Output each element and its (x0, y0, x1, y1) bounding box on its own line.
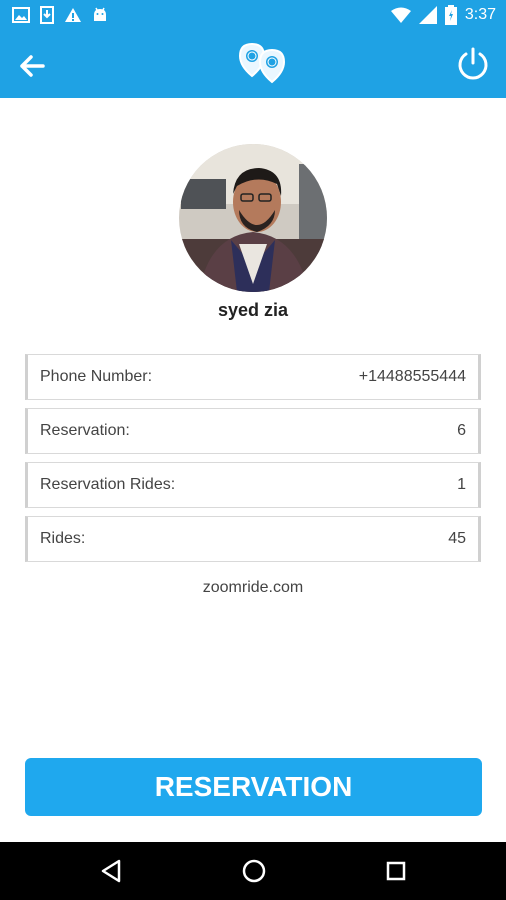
info-row-phone: Phone Number: +14488555444 (25, 354, 481, 400)
rides-value: 45 (448, 530, 466, 547)
reservation-rides-label: Reservation Rides: (40, 476, 176, 493)
reservation-button[interactable]: RESERVATION (25, 758, 482, 816)
nav-recents-button[interactable] (381, 856, 411, 886)
reservation-label: Reservation: (40, 422, 130, 439)
recents-square-icon (386, 861, 406, 881)
profile-photo (179, 144, 327, 292)
home-circle-icon (242, 859, 266, 883)
app-toolbar (0, 32, 506, 98)
logout-button[interactable] (455, 46, 491, 82)
back-button[interactable] (16, 50, 48, 82)
system-nav-bar (0, 842, 506, 900)
website-link[interactable]: zoomride.com (0, 579, 506, 597)
signal-icon (418, 6, 437, 24)
info-row-rides: Rides: 45 (25, 516, 481, 562)
power-icon (458, 47, 488, 80)
app-logo (236, 42, 292, 86)
android-icon (94, 7, 106, 21)
back-triangle-icon (101, 859, 121, 883)
image-icon (12, 7, 30, 23)
phone-value: +14488555444 (358, 368, 466, 385)
arrow-left-icon (20, 55, 45, 77)
user-name: syed zia (217, 300, 289, 320)
status-time: 3:37 (464, 6, 496, 23)
info-row-reservation-rides: Reservation Rides: 1 (25, 462, 481, 508)
location-pins-logo-icon (238, 42, 286, 84)
rides-label: Rides: (40, 530, 86, 547)
phone-label: Phone Number: (40, 368, 153, 385)
nav-back-button[interactable] (97, 856, 127, 886)
wifi-icon (390, 7, 411, 23)
avatar (179, 144, 327, 292)
reservation-value: 6 (457, 422, 466, 439)
reservation-rides-value: 1 (457, 476, 466, 493)
nav-home-button[interactable] (239, 856, 269, 886)
status-bar: 3:37 (0, 0, 506, 32)
warning-icon (65, 8, 81, 22)
info-row-reservation: Reservation: 6 (25, 408, 481, 454)
download-icon (40, 6, 54, 24)
battery-icon (444, 5, 457, 25)
